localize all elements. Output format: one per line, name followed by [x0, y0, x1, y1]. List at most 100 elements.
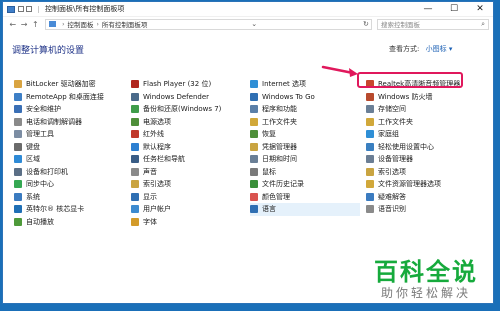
control-panel-item-label: 设备管理器: [378, 155, 413, 164]
control-panel-item[interactable]: 鼠标: [250, 166, 360, 179]
control-panel-item[interactable]: 管理工具: [14, 128, 104, 141]
address-bar[interactable]: › 控制面板 › 所有控制面板项 ⌄ ↻: [45, 18, 372, 30]
address-dropdown-icon[interactable]: ⌄: [249, 20, 259, 28]
control-panel-item[interactable]: Windows Defender: [131, 91, 221, 104]
breadcrumb-all-items[interactable]: 所有控制面板项: [102, 19, 148, 29]
title-separator: [38, 5, 39, 13]
control-panel-item-icon: [366, 192, 374, 201]
control-panel-item-label: 鼠标: [262, 167, 276, 176]
quick-access-folder-icon[interactable]: [26, 6, 32, 12]
control-panel-item[interactable]: 文件历史记录: [250, 178, 360, 191]
control-panel-item-icon: [131, 92, 139, 101]
minimize-button[interactable]: —: [415, 2, 441, 16]
control-panel-item[interactable]: 默认程序: [131, 141, 221, 154]
view-by-dropdown[interactable]: 小图标 ▾: [426, 45, 453, 53]
control-panel-item[interactable]: 字体: [131, 216, 221, 229]
control-panel-item[interactable]: Windows To Go: [250, 91, 360, 104]
control-panel-item[interactable]: 语言: [250, 203, 360, 216]
control-panel-item-icon: [250, 80, 258, 89]
control-panel-item-label: 备份和还原(Windows 7): [143, 105, 222, 114]
control-panel-item[interactable]: 电话和调制解调器: [14, 116, 104, 129]
control-panel-item[interactable]: 程序和功能: [250, 103, 360, 116]
control-panel-item[interactable]: 索引选项: [131, 178, 221, 191]
control-panel-item[interactable]: 存储空间: [366, 103, 460, 116]
control-panel-item[interactable]: 语音识别: [366, 203, 460, 216]
control-panel-item-label: 颜色管理: [262, 192, 290, 201]
search-input[interactable]: 搜索控制面板 ⌕: [377, 18, 489, 30]
control-panel-item[interactable]: 系统: [14, 191, 104, 204]
control-panel-item[interactable]: 红外线: [131, 128, 221, 141]
control-panel-item-icon: [131, 105, 139, 114]
control-panel-item[interactable]: 自动播放: [14, 216, 104, 229]
control-panel-item[interactable]: 文件资源管理器选项: [366, 178, 460, 191]
control-panel-item[interactable]: BitLocker 驱动器加密: [14, 78, 104, 91]
search-icon: ⌕: [481, 19, 485, 28]
control-panel-item-label: 红外线: [143, 130, 164, 139]
control-panel-item[interactable]: RemoteApp 和桌面连接: [14, 91, 104, 104]
quick-access-properties-icon[interactable]: [18, 6, 24, 12]
close-button[interactable]: ✕: [467, 2, 493, 16]
breadcrumb-separator-icon: ›: [62, 20, 65, 28]
control-panel-item[interactable]: 显示: [131, 191, 221, 204]
control-panel-item[interactable]: 疑难解答: [366, 191, 460, 204]
control-panel-item-label: 键盘: [26, 142, 40, 151]
control-panel-item-label: 设备和打印机: [26, 167, 68, 176]
maximize-button[interactable]: ☐: [441, 2, 467, 16]
page-title: 调整计算机的设置: [12, 46, 85, 56]
control-panel-item[interactable]: 设备和打印机: [14, 166, 104, 179]
control-panel-item[interactable]: 同步中心: [14, 178, 104, 191]
control-panel-item[interactable]: 轻松使用设置中心: [366, 141, 460, 154]
forward-button[interactable]: →: [18, 20, 29, 29]
up-button[interactable]: ↑: [30, 20, 41, 29]
control-panel-item[interactable]: 工作文件夹: [366, 116, 460, 129]
control-panel-item-icon: [250, 117, 258, 126]
watermark-title: 百科全说: [374, 258, 478, 286]
control-panel-item[interactable]: 安全和维护: [14, 103, 104, 116]
control-panel-item-label: 工作文件夹: [262, 117, 297, 126]
control-panel-item[interactable]: 区域: [14, 153, 104, 166]
control-panel-item-label: 程序和功能: [262, 105, 297, 114]
control-panel-item-icon: [131, 155, 139, 164]
control-panel-item[interactable]: Internet 选项: [250, 78, 360, 91]
control-panel-item[interactable]: 键盘: [14, 141, 104, 154]
breadcrumb-separator-icon: ›: [96, 20, 99, 28]
control-panel-item[interactable]: 任务栏和导航: [131, 153, 221, 166]
title-bar: 控制面板\所有控制面板项 — ☐ ✕: [3, 2, 493, 16]
control-panel-item[interactable]: 用户帐户: [131, 203, 221, 216]
control-panel-item-label: 同步中心: [26, 180, 54, 189]
window-controls: — ☐ ✕: [415, 2, 493, 16]
control-panel-item-label: 自动播放: [26, 217, 54, 226]
control-panel-item-icon: [366, 167, 374, 176]
control-panel-item-icon: [250, 155, 258, 164]
control-panel-item[interactable]: 声音: [131, 166, 221, 179]
control-panel-item[interactable]: 电源选项: [131, 116, 221, 129]
control-panel-item-icon: [131, 205, 139, 214]
control-panel-item[interactable]: 凭据管理器: [250, 141, 360, 154]
breadcrumb-control-panel[interactable]: 控制面板: [67, 19, 93, 29]
control-panel-item-label: 默认程序: [143, 142, 171, 151]
control-panel-item-label: 字体: [143, 217, 157, 226]
control-panel-item-label: 恢复: [262, 130, 276, 139]
control-panel-item[interactable]: 工作文件夹: [250, 116, 360, 129]
control-panel-item[interactable]: 日期和时间: [250, 153, 360, 166]
control-panel-item[interactable]: Flash Player (32 位): [131, 78, 221, 91]
control-panel-item[interactable]: 恢复: [250, 128, 360, 141]
control-panel-item-icon: [366, 205, 374, 214]
control-panel-item-icon: [366, 142, 374, 151]
control-panel-item[interactable]: 颜色管理: [250, 191, 360, 204]
control-panel-item[interactable]: 索引选项: [366, 166, 460, 179]
control-panel-item-label: 文件资源管理器选项: [378, 180, 441, 189]
watermark-subtitle: 助你轻松解决: [381, 286, 472, 300]
control-panel-item-label: 电话和调制解调器: [26, 117, 82, 126]
back-button[interactable]: ←: [7, 20, 18, 29]
control-panel-item[interactable]: 设备管理器: [366, 153, 460, 166]
control-panel-item[interactable]: 英特尔® 核芯显卡: [14, 203, 104, 216]
control-panel-item[interactable]: 家庭组: [366, 128, 460, 141]
control-panel-item[interactable]: Windows 防火墙: [366, 91, 460, 104]
control-panel-item-icon: [14, 142, 22, 151]
control-panel-item-label: 存储空间: [378, 105, 406, 114]
refresh-button[interactable]: ↻: [361, 20, 371, 28]
window-title: 控制面板\所有控制面板项: [45, 5, 125, 13]
control-panel-item[interactable]: 备份和还原(Windows 7): [131, 103, 221, 116]
control-panel-item-icon: [14, 155, 22, 164]
